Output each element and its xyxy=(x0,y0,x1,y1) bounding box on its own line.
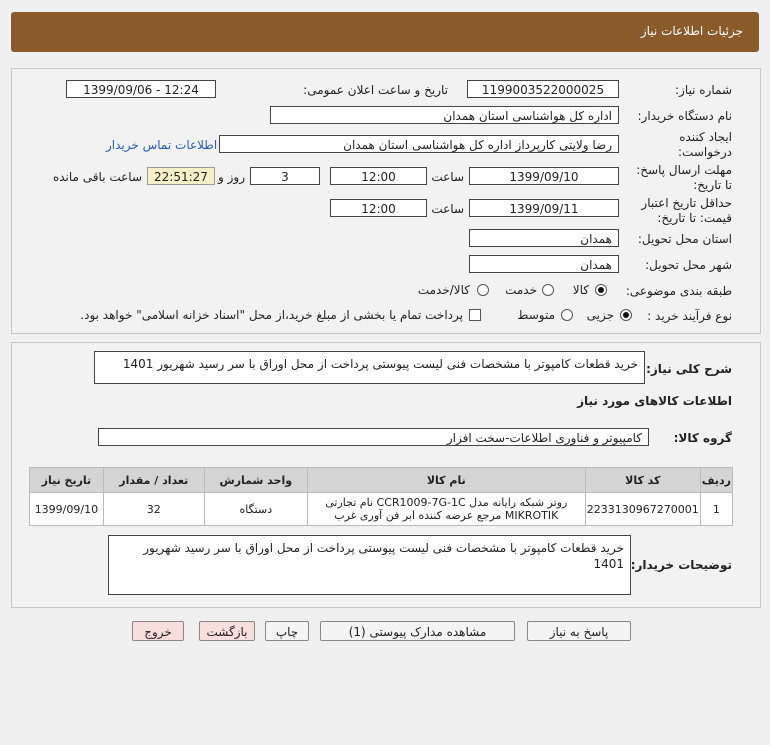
category-service-radio[interactable] xyxy=(542,284,554,296)
validity-label-2: قیمت: تا تاریخ: xyxy=(657,211,732,225)
cell-name-line2: MIKROTIK مرجع عرضه کننده ابر فن آوری غرب xyxy=(334,509,559,522)
validity-date-field: 1399/09/11 xyxy=(469,199,619,217)
buyer-notes-field: خرید قطعات کامپوتر با مشخصات فنی لیست پی… xyxy=(108,535,631,595)
col-unit: واحد شمارش xyxy=(203,467,308,493)
reply-button[interactable]: پاسخ به نیاز xyxy=(527,621,631,641)
col-date: تاریخ نیاز xyxy=(29,467,104,493)
cell-code: 2233130967270001 xyxy=(584,492,701,526)
category-both-radio[interactable] xyxy=(477,284,489,296)
summary-field: خرید قطعات کامپوتر با مشخصات فنی لیست پی… xyxy=(94,351,645,384)
buyer-org-label: نام دستگاه خریدار: xyxy=(637,109,733,123)
back-button[interactable]: بازگشت xyxy=(199,621,255,641)
process-label: نوع فرآیند خرید : xyxy=(647,309,732,323)
treasury-payment-checkbox[interactable] xyxy=(469,309,481,321)
goods-table-header: ردیف کد کالا نام کالا واحد شمارش تعداد /… xyxy=(29,467,734,493)
cell-date: 1399/09/10 xyxy=(29,492,104,526)
buyer-notes-label: توضیحات خریدار: xyxy=(630,558,732,572)
process-medium-radio[interactable] xyxy=(561,309,573,321)
deadline-time-field: 12:00 xyxy=(330,167,427,185)
category-goods-label: کالا xyxy=(572,283,589,297)
col-row: ردیف xyxy=(699,467,734,493)
col-name: نام کالا xyxy=(306,467,586,493)
days-field: 3 xyxy=(250,167,320,185)
print-button[interactable]: چاپ xyxy=(265,621,309,641)
goods-section-title: اطلاعات کالاهای مورد نیاز xyxy=(577,394,732,408)
creator-label-2: درخواست: xyxy=(678,145,732,159)
creator-label-1: ایجاد کننده xyxy=(679,130,732,144)
page-header: جزئیات اطلاعات نیاز xyxy=(11,12,759,52)
validity-label-1: حداقل تاریخ اعتبار xyxy=(641,196,732,210)
announce-label: تاریخ و ساعت اعلان عمومی: xyxy=(303,83,448,97)
validity-time-label: ساعت xyxy=(431,202,464,216)
deadline-label-2: تا تاریخ: xyxy=(693,178,732,192)
goods-group-label: گروه کالا: xyxy=(673,431,732,445)
category-label: طبقه بندی موضوعی: xyxy=(625,284,732,298)
cell-unit: دستگاه xyxy=(203,492,308,526)
col-qty: تعداد / مقدار xyxy=(102,467,205,493)
cell-name: روتر شبکه رایانه مدل CCR1009-7G-1C نام ت… xyxy=(306,492,586,526)
validity-time-field: 12:00 xyxy=(330,199,427,217)
cell-qty: 32 xyxy=(102,492,205,526)
table-row: 1 2233130967270001 روتر شبکه رایانه مدل … xyxy=(29,492,734,526)
remaining-time-field: 22:51:27 xyxy=(147,167,215,185)
need-number-field: 1199003522000025 xyxy=(467,80,619,98)
buyer-org-field: اداره کل هواشناسی استان همدان xyxy=(270,106,619,124)
page-title: جزئیات اطلاعات نیاز xyxy=(640,24,743,38)
category-both-label: کالا/خدمت xyxy=(417,283,470,297)
exit-button[interactable]: خروج xyxy=(132,621,184,641)
announce-field: 1399/09/06 - 12:24 xyxy=(66,80,216,98)
category-goods-radio[interactable] xyxy=(595,284,607,296)
province-label: استان محل تحویل: xyxy=(637,232,732,246)
summary-label: شرح کلی نیاز: xyxy=(646,362,732,376)
buyer-contact-link[interactable]: اطلاعات تماس خریدار xyxy=(106,138,217,152)
province-field: همدان xyxy=(469,229,619,247)
process-partial-label: جزیی xyxy=(586,308,614,322)
city-field: همدان xyxy=(469,255,619,273)
goods-group-field: کامپیوتر و فناوری اطلاعات-سخت افزار xyxy=(98,428,649,446)
deadline-date-field: 1399/09/10 xyxy=(469,167,619,185)
days-label: روز و xyxy=(218,170,245,184)
deadline-time-label: ساعت xyxy=(431,170,464,184)
view-attachments-button[interactable]: مشاهده مدارک پیوستی (1) xyxy=(320,621,515,641)
city-label: شهر محل تحویل: xyxy=(645,258,732,272)
cell-name-line1: روتر شبکه رایانه مدل CCR1009-7G-1C نام ت… xyxy=(325,496,568,509)
goods-table: ردیف کد کالا نام کالا واحد شمارش تعداد /… xyxy=(29,467,734,526)
payment-note: پرداخت تمام یا بخشی از مبلغ خرید،از محل … xyxy=(80,308,463,322)
cell-row: 1 xyxy=(699,492,734,526)
col-code: کد کالا xyxy=(584,467,701,493)
category-service-label: خدمت xyxy=(505,283,537,297)
creator-field: رضا ولایتی کارپرداز اداره کل هواشناسی اس… xyxy=(219,135,619,153)
deadline-label-1: مهلت ارسال پاسخ: xyxy=(636,163,732,177)
process-medium-label: متوسط xyxy=(517,308,555,322)
remaining-time-label: ساعت باقی مانده xyxy=(52,170,142,184)
need-number-label: شماره نیاز: xyxy=(675,83,732,97)
process-partial-radio[interactable] xyxy=(620,309,632,321)
